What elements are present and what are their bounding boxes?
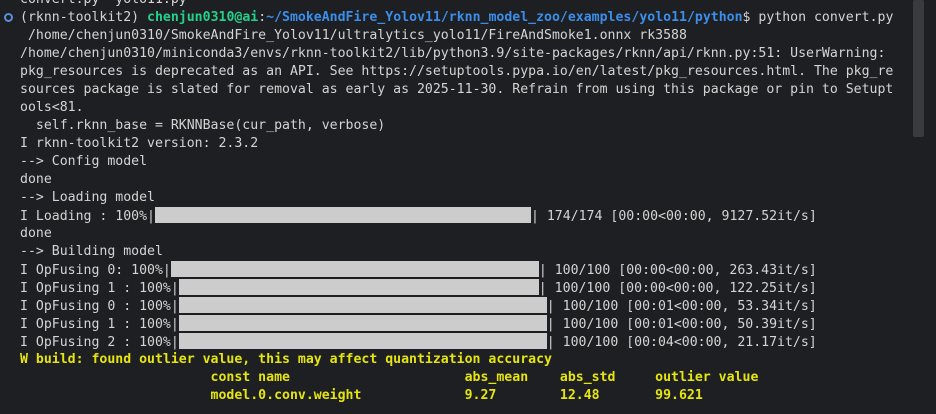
warning-line: sources package is slated for removal as… (20, 82, 894, 97)
progress-label: I OpFusing 0 : 100%| (20, 299, 179, 314)
prompt-user-host: chenjun0310@ai (147, 10, 259, 25)
progress-label: I OpFusing 0: 100%| (20, 263, 171, 278)
warning-line: /home/chenjun0310/miniconda3/envs/rknn-t… (20, 46, 886, 61)
warning-line: self.rknn_base = RKNNBase(cur_path, verb… (20, 118, 386, 133)
progress-bar (170, 261, 539, 277)
conda-env-indicator-icon (4, 13, 13, 22)
progress-bar (178, 297, 547, 313)
progress-line-opfusing: I OpFusing 1 : 100%| | 100/100 [00:00<00:… (20, 279, 905, 297)
progress-line-opfusing: I OpFusing 1 : 100%| | 100/100 [00:01<00:… (20, 315, 905, 333)
terminal-prompt-line: (rknn-toolkit2) chenjun0310@ai:~/SmokeAn… (20, 9, 905, 27)
conda-env-name: (rknn-toolkit2) (20, 10, 148, 25)
progress-stats: | 100/100 [00:00<00:00, 263.43it/s] (538, 263, 817, 278)
command-argument-line: /home/chenjun0310/SmokeAndFire_Yolov11/u… (20, 28, 687, 43)
progress-stats: | 174/174 [00:00<00:00, 9127.52it/s] (530, 209, 817, 224)
progress-stats: | 100/100 [00:01<00:00, 53.34it/s] (546, 299, 817, 314)
prompt-command: $ python convert.py (742, 10, 894, 25)
progress-line-loading: I Loading : 100%| | 174/174 [00:00<00:00,… (20, 207, 905, 225)
quantization-warning-line: W build: found outlier value, this may a… (20, 352, 552, 367)
warning-line: ools<81. (20, 100, 84, 115)
status-line: --> Building model (20, 244, 163, 259)
prompt-separator: : (258, 10, 267, 25)
progress-stats: | 100/100 [00:04<00:00, 21.17it/s] (546, 335, 817, 350)
terminal-output: convert.py yolo11.py (rknn-toolkit2) che… (20, 0, 905, 405)
progress-label: I OpFusing 1 : 100%| (20, 281, 179, 296)
progress-label: I Loading : 100%| (20, 209, 155, 224)
progress-bar (154, 207, 531, 223)
terminal-scrollbar[interactable] (913, 0, 924, 137)
progress-stats: | 100/100 [00:00<00:00, 122.25it/s] (538, 281, 817, 296)
terminal-line: convert.py yolo11.py (20, 0, 905, 9)
progress-bar (178, 315, 547, 331)
outlier-table-header: const name abs_mean abs_std outlier valu… (20, 370, 759, 385)
warning-line: pkg_resources is deprecated as an API. S… (20, 64, 894, 79)
progress-bar (178, 333, 547, 349)
status-line: --> Loading model (20, 190, 155, 205)
progress-line-opfusing: I OpFusing 0: 100%| | 100/100 [00:00<00:0… (20, 261, 905, 279)
progress-bar (178, 279, 539, 295)
progress-label: I OpFusing 2 : 100%| (20, 335, 179, 350)
version-line: I rknn-toolkit2 version: 2.3.2 (20, 136, 259, 151)
status-line: --> Config model (20, 154, 148, 169)
prompt-path: ~/SmokeAndFire_Yolov11/rknn_model_zoo/ex… (266, 10, 743, 25)
status-line: done (20, 226, 52, 241)
progress-stats: | 100/100 [00:01<00:00, 50.39it/s] (546, 317, 817, 332)
outlier-table-row: model.0.conv.weight 9.27 12.48 99.621 (20, 388, 703, 403)
status-line: done (20, 172, 52, 187)
progress-line-opfusing: I OpFusing 2 : 100%| | 100/100 [00:04<00:… (20, 333, 905, 351)
progress-label: I OpFusing 1 : 100%| (20, 317, 179, 332)
progress-line-opfusing: I OpFusing 0 : 100%| | 100/100 [00:01<00:… (20, 297, 905, 315)
terminal-window[interactable]: convert.py yolo11.py (rknn-toolkit2) che… (0, 0, 936, 414)
